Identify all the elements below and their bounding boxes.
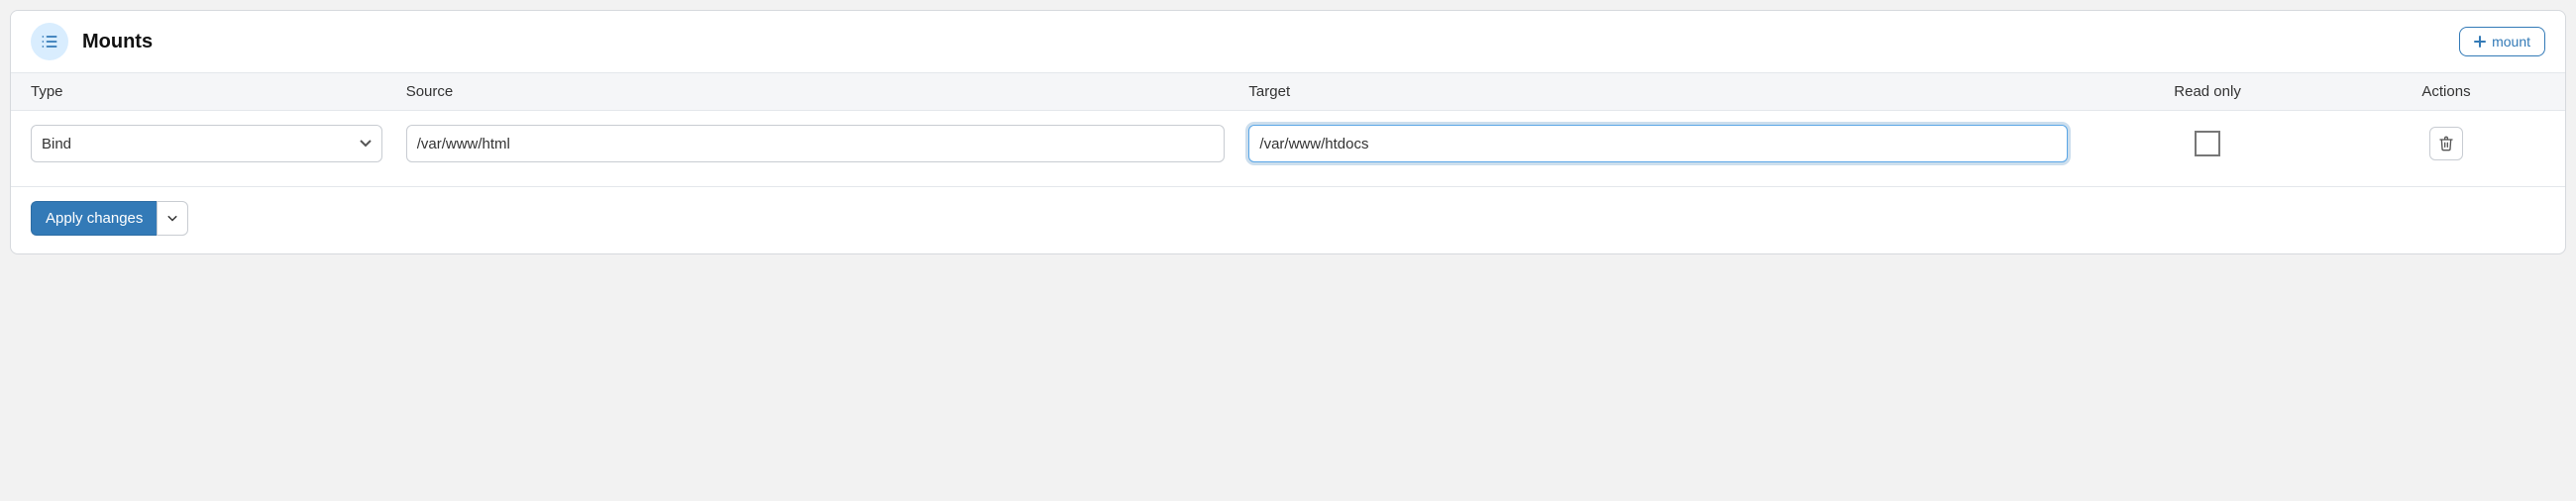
panel-title: Mounts — [82, 31, 2459, 53]
chevron-down-icon — [167, 216, 177, 222]
plus-icon — [2474, 36, 2486, 48]
column-header-readonly: Read only — [2080, 73, 2335, 111]
column-header-target: Target — [1236, 73, 2080, 111]
delete-mount-button[interactable] — [2429, 127, 2463, 160]
mounts-table: Type Source Target Read only Actions Bin… — [11, 72, 2565, 187]
mount-source-input[interactable] — [406, 125, 1226, 162]
column-header-actions: Actions — [2335, 73, 2565, 111]
trash-icon — [2438, 136, 2454, 151]
apply-button-group: Apply changes — [31, 201, 188, 236]
mount-readonly-checkbox[interactable] — [2195, 131, 2220, 156]
apply-dropdown-button[interactable] — [157, 201, 188, 236]
column-header-source: Source — [394, 73, 1237, 111]
mount-target-input[interactable] — [1248, 125, 2068, 162]
table-row: Bind — [11, 111, 2565, 187]
list-icon — [31, 23, 68, 60]
mount-type-select[interactable]: Bind — [31, 125, 382, 162]
column-header-type: Type — [11, 73, 394, 111]
add-mount-button[interactable]: mount — [2459, 27, 2545, 56]
panel-footer: Apply changes — [11, 187, 2565, 253]
apply-changes-button[interactable]: Apply changes — [31, 201, 157, 236]
panel-header: Mounts mount — [11, 11, 2565, 72]
add-mount-label: mount — [2492, 34, 2530, 50]
mounts-panel: Mounts mount Type Source Target Read onl… — [10, 10, 2566, 254]
